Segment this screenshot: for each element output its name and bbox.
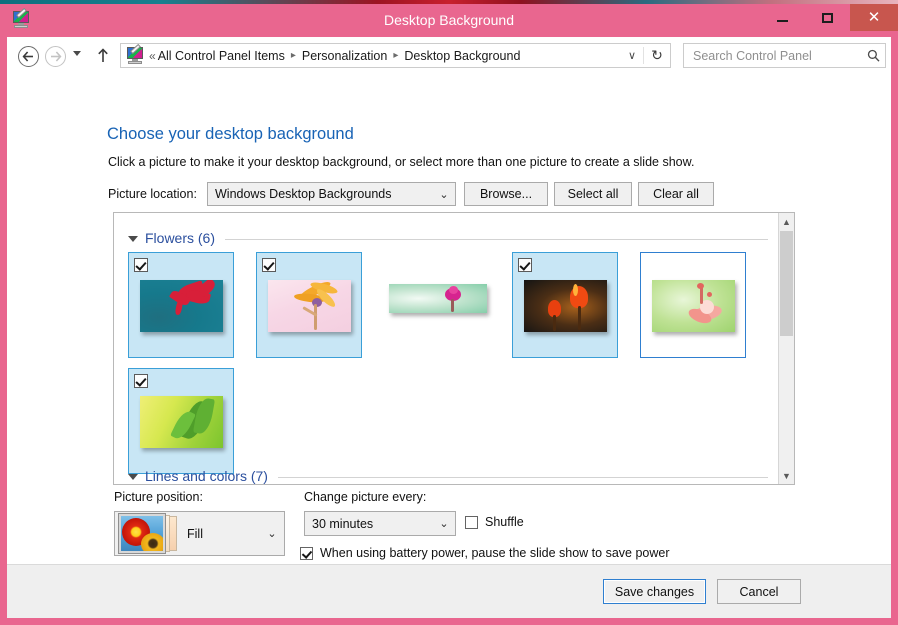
picture-location-label: Picture location: — [108, 187, 197, 201]
thumbnail-checkbox[interactable] — [134, 258, 148, 272]
thumbnail-checkbox[interactable] — [134, 374, 148, 388]
picture-position-value: Fill — [187, 526, 203, 541]
picture-location-value: Windows Desktop Backgrounds — [215, 187, 392, 201]
window-client-area: « All Control Panel Items ▸ Personalizat… — [7, 37, 891, 618]
address-bar: « All Control Panel Items ▸ Personalizat… — [7, 37, 891, 74]
picture-position-preview — [117, 513, 179, 554]
change-picture-every-value: 30 minutes — [312, 516, 374, 531]
thumbnail-image — [524, 280, 607, 332]
gallery-content: Flowers (6) Lines and colors (7) — [114, 213, 779, 484]
clear-all-button[interactable]: Clear all — [638, 182, 714, 206]
maximize-icon — [822, 12, 833, 23]
scroll-down-icon[interactable]: ▼ — [779, 467, 794, 484]
thumbnail-image — [652, 280, 735, 332]
picture-position-label: Picture position: — [114, 490, 203, 504]
gallery-scrollbar[interactable]: ▲ ▼ — [778, 213, 794, 484]
up-arrow-icon — [98, 48, 108, 62]
thumbnail-image — [140, 280, 223, 332]
breadcrumb-separator[interactable]: ▸ — [389, 50, 402, 61]
thumbnail-checkbox[interactable] — [262, 258, 276, 272]
thumbnail-pink-flower-green[interactable] — [384, 252, 490, 358]
breadcrumb-bar[interactable]: « All Control Panel Items ▸ Personalizat… — [120, 43, 671, 68]
thumbnail-orange-daisy-pink[interactable] — [256, 252, 362, 358]
battery-pause-checkbox[interactable] — [300, 546, 313, 560]
back-button[interactable] — [18, 46, 39, 67]
refresh-icon[interactable]: ↻ — [643, 47, 670, 64]
group-header-lines-and-colors[interactable]: Lines and colors (7) — [128, 468, 768, 484]
breadcrumb-separator[interactable]: ▸ — [287, 50, 300, 61]
search-box[interactable] — [683, 43, 886, 68]
battery-pause-label: When using battery power, pause the slid… — [320, 546, 670, 560]
up-one-level-button[interactable] — [96, 47, 110, 65]
thumbnail-image — [140, 396, 223, 448]
scroll-up-icon[interactable]: ▲ — [779, 213, 794, 230]
thumbnail-image — [389, 284, 487, 313]
thumbnail-green-leaves-yellow[interactable] — [128, 368, 234, 474]
page-subtitle: Click a picture to make it your desktop … — [108, 155, 695, 169]
picture-gallery[interactable]: Flowers (6) Lines and colors (7) ▲ ▼ — [113, 212, 795, 485]
cancel-button[interactable]: Cancel — [717, 579, 801, 604]
collapse-triangle-icon[interactable] — [128, 473, 138, 480]
group-rule — [225, 238, 768, 240]
breadcrumb-item-all-control-panel-items[interactable]: All Control Panel Items — [156, 49, 287, 63]
group-title-lines-and-colors: Lines and colors (7) — [145, 468, 268, 484]
shuffle-checkbox[interactable] — [465, 515, 478, 529]
chevron-down-icon[interactable]: ⌄ — [433, 517, 455, 530]
back-arrow-icon — [22, 51, 33, 62]
desktop-background-window: Desktop Background ✕ « All Control Panel… — [0, 4, 898, 625]
breadcrumb-item-personalization[interactable]: Personalization — [300, 49, 389, 63]
picture-location-select[interactable]: Windows Desktop Backgrounds ⌄ — [207, 182, 456, 206]
chevron-down-icon[interactable]: ⌄ — [433, 188, 455, 201]
thumbnail-image — [268, 280, 351, 332]
search-icon[interactable] — [861, 49, 885, 62]
title-bar[interactable]: Desktop Background ✕ — [0, 4, 898, 37]
close-icon: ✕ — [867, 9, 881, 26]
change-picture-every-select[interactable]: 30 minutes ⌄ — [304, 511, 456, 536]
search-input[interactable] — [691, 47, 861, 64]
thumbnail-red-flower-teal[interactable] — [128, 252, 234, 358]
collapse-triangle-icon[interactable] — [128, 235, 138, 242]
thumbnail-checkbox[interactable] — [518, 258, 532, 272]
recent-pages-button[interactable] — [73, 51, 81, 56]
close-button[interactable]: ✕ — [850, 4, 898, 31]
chevron-down-icon[interactable]: ∨ — [621, 49, 643, 62]
save-changes-button[interactable]: Save changes — [603, 579, 706, 604]
footer-bar: Save changes Cancel — [7, 564, 891, 618]
group-header-flowers[interactable]: Flowers (6) — [128, 230, 768, 246]
shuffle-checkbox-row[interactable]: Shuffle — [465, 515, 524, 529]
window-controls: ✕ — [760, 4, 898, 31]
chevron-down-icon[interactable]: ⌄ — [260, 527, 284, 540]
maximize-button[interactable] — [805, 4, 850, 31]
page-title: Choose your desktop background — [107, 125, 354, 143]
group-title-flowers: Flowers (6) — [145, 230, 216, 246]
picture-position-select[interactable]: Fill ⌄ — [114, 511, 285, 556]
forward-button[interactable] — [45, 46, 66, 67]
forward-arrow-icon — [51, 51, 62, 62]
minimize-icon — [777, 20, 788, 22]
shuffle-label: Shuffle — [485, 515, 524, 529]
breadcrumb-item-desktop-background[interactable]: Desktop Background — [402, 49, 522, 63]
thumbnail-red-tulips-dark[interactable] — [512, 252, 618, 358]
minimize-button[interactable] — [760, 4, 805, 31]
main-panel: Choose your desktop background Click a p… — [7, 74, 891, 618]
group-rule — [277, 476, 768, 478]
select-all-button[interactable]: Select all — [554, 182, 632, 206]
thumbnail-pink-columbine-green[interactable] — [640, 252, 746, 358]
change-picture-every-label: Change picture every: — [304, 490, 427, 504]
breadcrumb-overflow[interactable]: « — [149, 49, 156, 63]
breadcrumb-icon — [126, 45, 145, 64]
scrollbar-thumb[interactable] — [780, 231, 793, 336]
battery-pause-checkbox-row[interactable]: When using battery power, pause the slid… — [300, 546, 670, 560]
browse-button[interactable]: Browse... — [464, 182, 548, 206]
